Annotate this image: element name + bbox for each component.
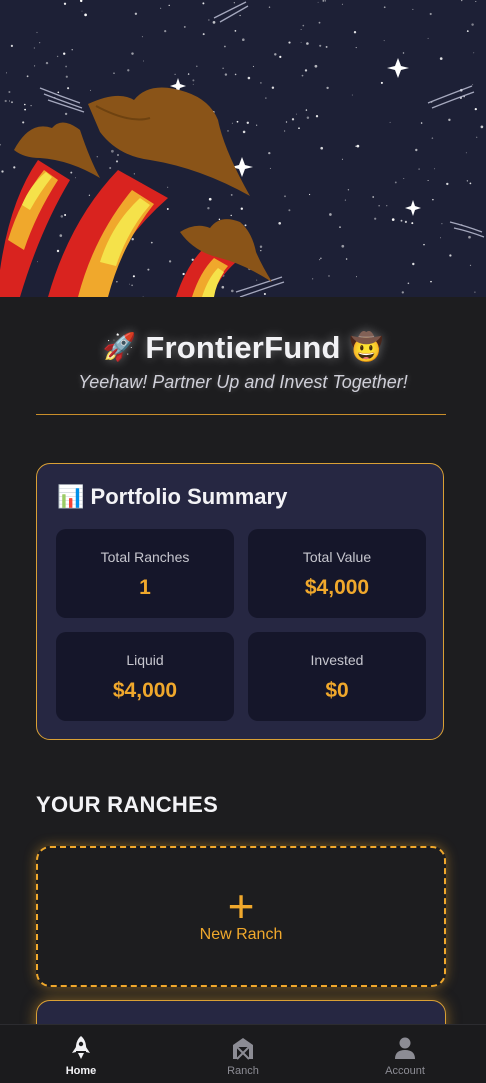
cowboy-emoji-icon: 🤠 bbox=[349, 332, 384, 362]
stat-total-value: Total Value $4,000 bbox=[248, 529, 426, 618]
app-name: FrontierFund bbox=[145, 330, 341, 365]
stat-label: Liquid bbox=[126, 652, 164, 668]
stat-label: Total Value bbox=[302, 549, 372, 565]
stat-value: $0 bbox=[325, 679, 349, 702]
rocket-icon bbox=[72, 1036, 90, 1059]
hero-banner bbox=[0, 0, 486, 297]
rocket-emoji-icon: 🚀 bbox=[102, 332, 137, 362]
nav-label: Ranch bbox=[227, 1065, 259, 1077]
bar-chart-emoji-icon: 📊 bbox=[57, 484, 85, 509]
stat-value: 1 bbox=[139, 576, 151, 599]
nav-item-account[interactable]: Account bbox=[324, 1025, 486, 1083]
nav-label: Home bbox=[65, 1065, 97, 1077]
stat-liquid: Liquid $4,000 bbox=[56, 632, 234, 721]
barn-icon bbox=[233, 1038, 253, 1060]
new-ranch-button[interactable]: + New Ranch bbox=[36, 846, 446, 987]
ranches-section-title: YOUR RANCHES bbox=[36, 792, 219, 817]
tagline: Yeehaw! Partner Up and Invest Together! bbox=[78, 372, 408, 392]
bottom-navigation: Home Ranch Account bbox=[0, 1024, 486, 1083]
stat-value: $4,000 bbox=[304, 576, 370, 599]
person-icon bbox=[395, 1037, 415, 1059]
new-ranch-label: New Ranch bbox=[199, 926, 283, 943]
stat-invested: Invested $0 bbox=[248, 632, 426, 721]
portfolio-summary-card: 📊 Portfolio Summary Total Ranches 1 Tota… bbox=[36, 463, 444, 740]
hero-illustration bbox=[0, 0, 486, 297]
stat-value: $4,000 bbox=[112, 679, 178, 702]
nav-item-ranch[interactable]: Ranch bbox=[162, 1025, 324, 1083]
header-divider bbox=[36, 414, 446, 415]
stat-label: Total Ranches bbox=[100, 549, 190, 565]
portfolio-title-text: Portfolio Summary bbox=[90, 484, 288, 509]
stat-label: Invested bbox=[310, 652, 364, 668]
stat-total-ranches: Total Ranches 1 bbox=[56, 529, 234, 618]
portfolio-title: 📊 Portfolio Summary bbox=[57, 484, 287, 510]
nav-item-home[interactable]: Home bbox=[0, 1025, 162, 1083]
app-title: 🚀 FrontierFund 🤠 bbox=[0, 330, 486, 366]
nav-label: Account bbox=[385, 1065, 425, 1077]
